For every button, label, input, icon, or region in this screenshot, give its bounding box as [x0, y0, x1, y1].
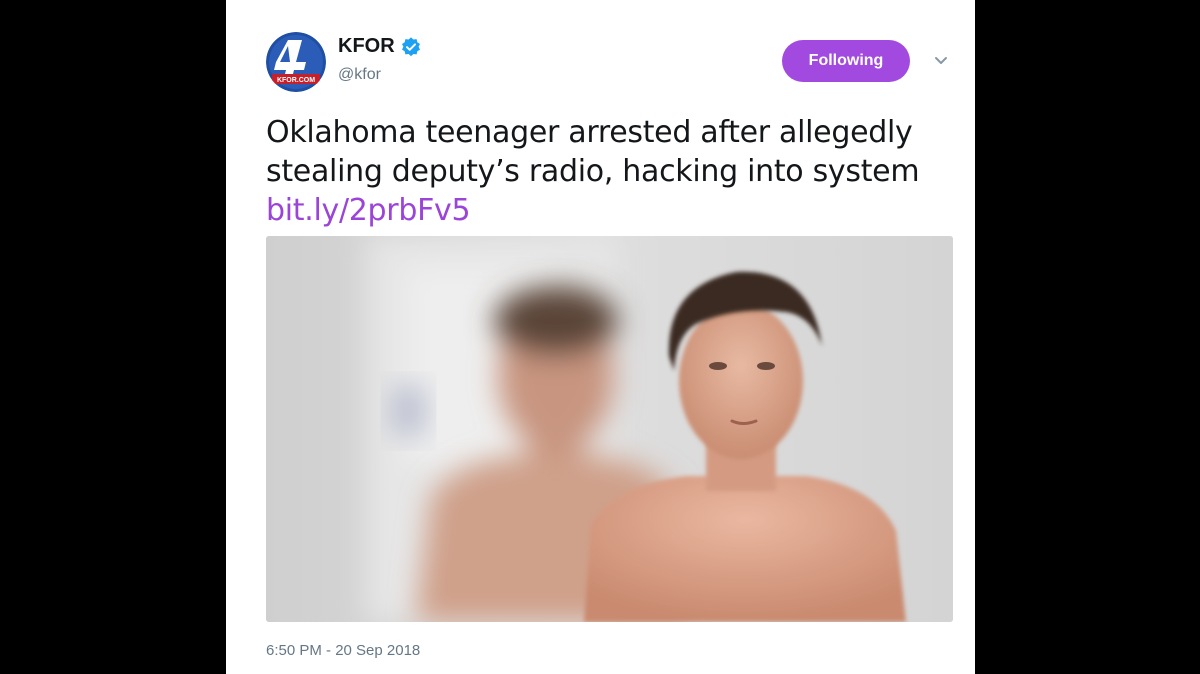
verified-badge-icon — [401, 36, 421, 57]
tweet-card: KFOR.COM KFOR @kfor Following Oklahoma t… — [226, 0, 975, 674]
tweet-link[interactable]: bit.ly/2prbFv5 — [266, 191, 946, 230]
tweet-timestamp[interactable]: 6:50 PM - 20 Sep 2018 — [266, 642, 420, 659]
chevron-down-icon — [935, 57, 947, 64]
tweet-text-line-1: Oklahoma teenager arrested after alleged… — [266, 115, 913, 150]
tweet-text: Oklahoma teenager arrested after alleged… — [266, 113, 946, 230]
tweet-photo[interactable] — [266, 236, 953, 622]
display-name-text[interactable]: KFOR — [338, 35, 395, 58]
following-button[interactable]: Following — [782, 40, 910, 82]
user-handle[interactable]: @kfor — [338, 66, 381, 84]
display-name[interactable]: KFOR — [338, 35, 421, 58]
photo — [266, 236, 953, 622]
avatar[interactable]: KFOR.COM — [266, 32, 326, 92]
tweet-text-line-2: stealing deputy’s radio, hacking into sy… — [266, 154, 920, 189]
svg-text:KFOR.COM: KFOR.COM — [277, 77, 315, 84]
tweet-menu-button[interactable] — [930, 50, 952, 72]
kfor-4-logo-icon: KFOR.COM — [266, 32, 326, 92]
